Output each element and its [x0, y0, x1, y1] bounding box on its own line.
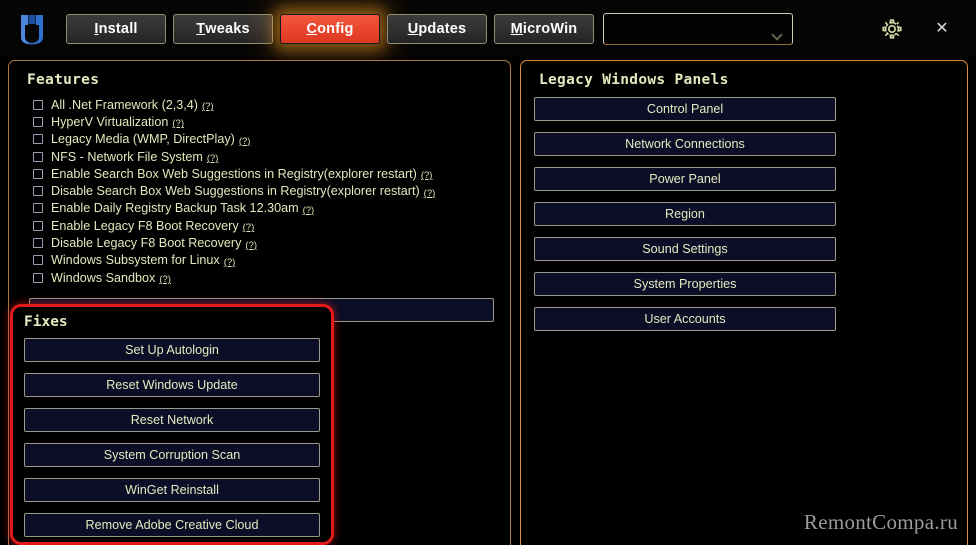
feature-row[interactable]: Legacy Media (WMP, DirectPlay) (?) [33, 131, 510, 148]
checkbox-icon[interactable] [33, 151, 43, 162]
tab-tweaks[interactable]: Tweaks [173, 13, 273, 44]
legacy-windows-panels-panel: Legacy Windows Panels Control Panel Netw… [520, 60, 968, 545]
features-title: Features [27, 72, 100, 88]
network-connections-button[interactable]: Network Connections [534, 132, 836, 156]
help-icon[interactable]: (?) [303, 205, 315, 216]
tab-config[interactable]: Config [280, 13, 380, 44]
legacy-panels-title: Legacy Windows Panels [539, 72, 729, 88]
tab-config-label: onfig [317, 20, 354, 37]
fixes-button-list: Set Up Autologin Reset Windows Update Re… [13, 330, 331, 537]
checkbox-icon[interactable] [33, 238, 43, 249]
help-icon[interactable]: (?) [424, 188, 436, 199]
feature-row[interactable]: Disable Legacy F8 Boot Recovery (?) [33, 234, 510, 251]
feature-label: NFS - Network File System [51, 149, 203, 164]
checkbox-icon[interactable] [33, 186, 43, 197]
fixes-title: Fixes [24, 314, 68, 330]
tab-tweaks-accel: T [196, 20, 206, 37]
checkbox-icon[interactable] [33, 255, 43, 266]
close-label: ✕ [935, 19, 949, 37]
fixes-section: Fixes Set Up Autologin Reset Windows Upd… [10, 304, 334, 545]
feature-label: Legacy Media (WMP, DirectPlay) [51, 132, 235, 147]
close-icon[interactable]: ✕ [928, 15, 956, 43]
remove-adobe-creative-cloud-button[interactable]: Remove Adobe Creative Cloud [24, 513, 320, 537]
tab-microwin-label: icroWin [522, 20, 578, 37]
help-icon[interactable]: (?) [172, 118, 184, 129]
help-icon[interactable]: (?) [202, 101, 214, 112]
tab-config-accel: C [306, 20, 318, 37]
feature-row[interactable]: Enable Search Box Web Suggestions in Reg… [33, 165, 510, 182]
help-icon[interactable]: (?) [224, 257, 236, 268]
power-panel-button[interactable]: Power Panel [534, 167, 836, 191]
checkbox-icon[interactable] [33, 168, 43, 179]
feature-row[interactable]: All .Net Framework (2,3,4) (?) [33, 96, 510, 113]
window-controls: ✕ [878, 0, 976, 57]
feature-label: All .Net Framework (2,3,4) [51, 97, 198, 112]
feature-row[interactable]: Disable Search Box Web Suggestions in Re… [33, 182, 510, 199]
checkbox-icon[interactable] [33, 116, 43, 127]
feature-row[interactable]: NFS - Network File System (?) [33, 148, 510, 165]
search-box [603, 12, 793, 45]
gear-icon[interactable] [878, 15, 906, 43]
legacy-panels-button-list: Control Panel Network Connections Power … [521, 88, 836, 331]
tab-microwin-accel: M [510, 20, 523, 37]
checkbox-icon[interactable] [33, 203, 43, 214]
tab-microwin[interactable]: MicroWin [494, 13, 594, 44]
tab-updates-accel: U [407, 20, 419, 37]
reset-windows-update-button[interactable]: Reset Windows Update [24, 373, 320, 397]
system-corruption-scan-button[interactable]: System Corruption Scan [24, 443, 320, 467]
winutil-shield-logo [10, 9, 54, 49]
feature-row[interactable]: Enable Legacy F8 Boot Recovery (?) [33, 217, 510, 234]
feature-label: Enable Legacy F8 Boot Recovery [51, 218, 239, 233]
feature-row[interactable]: Enable Daily Registry Backup Task 12.30a… [33, 200, 510, 217]
tab-install[interactable]: Install [66, 13, 166, 44]
title-bar: Install Tweaks Config Updates MicroWin ✕ [0, 0, 976, 57]
help-icon[interactable]: (?) [421, 170, 433, 181]
region-button[interactable]: Region [534, 202, 836, 226]
feature-label: Enable Search Box Web Suggestions in Reg… [51, 166, 417, 181]
sound-settings-button[interactable]: Sound Settings [534, 237, 836, 261]
reset-network-button[interactable]: Reset Network [24, 408, 320, 432]
feature-label: Disable Legacy F8 Boot Recovery [51, 236, 242, 251]
help-icon[interactable]: (?) [159, 274, 171, 285]
control-panel-button[interactable]: Control Panel [534, 97, 836, 121]
tab-tweaks-label: weaks [205, 20, 250, 37]
feature-label: Enable Daily Registry Backup Task 12.30a… [51, 201, 299, 216]
features-list: All .Net Framework (2,3,4) (?) HyperV Vi… [9, 88, 510, 286]
checkbox-icon[interactable] [33, 134, 43, 145]
help-icon[interactable]: (?) [245, 240, 257, 251]
feature-label: Windows Subsystem for Linux [51, 253, 220, 268]
tab-updates-label: pdates [418, 20, 467, 37]
nav-tabs: Install Tweaks Config Updates MicroWin [66, 13, 594, 44]
help-icon[interactable]: (?) [243, 222, 255, 233]
search-input[interactable] [603, 12, 793, 45]
feature-row[interactable]: Windows Subsystem for Linux (?) [33, 252, 510, 269]
winget-reinstall-button[interactable]: WinGet Reinstall [24, 478, 320, 502]
user-accounts-button[interactable]: User Accounts [534, 307, 836, 331]
tab-updates[interactable]: Updates [387, 13, 487, 44]
feature-label: Windows Sandbox [51, 270, 156, 285]
feature-row[interactable]: Windows Sandbox (?) [33, 269, 510, 286]
checkbox-icon[interactable] [33, 272, 43, 283]
checkbox-icon[interactable] [33, 220, 43, 231]
feature-label: Disable Search Box Web Suggestions in Re… [51, 184, 420, 199]
checkbox-icon[interactable] [33, 99, 43, 110]
help-icon[interactable]: (?) [239, 136, 251, 147]
set-up-autologin-button[interactable]: Set Up Autologin [24, 338, 320, 362]
system-properties-button[interactable]: System Properties [534, 272, 836, 296]
feature-label: HyperV Virtualization [51, 114, 169, 129]
winutil-window: Install Tweaks Config Updates MicroWin ✕… [0, 0, 976, 545]
help-icon[interactable]: (?) [207, 153, 219, 164]
feature-row[interactable]: HyperV Virtualization (?) [33, 113, 510, 130]
tab-install-label: nstall [98, 20, 138, 37]
